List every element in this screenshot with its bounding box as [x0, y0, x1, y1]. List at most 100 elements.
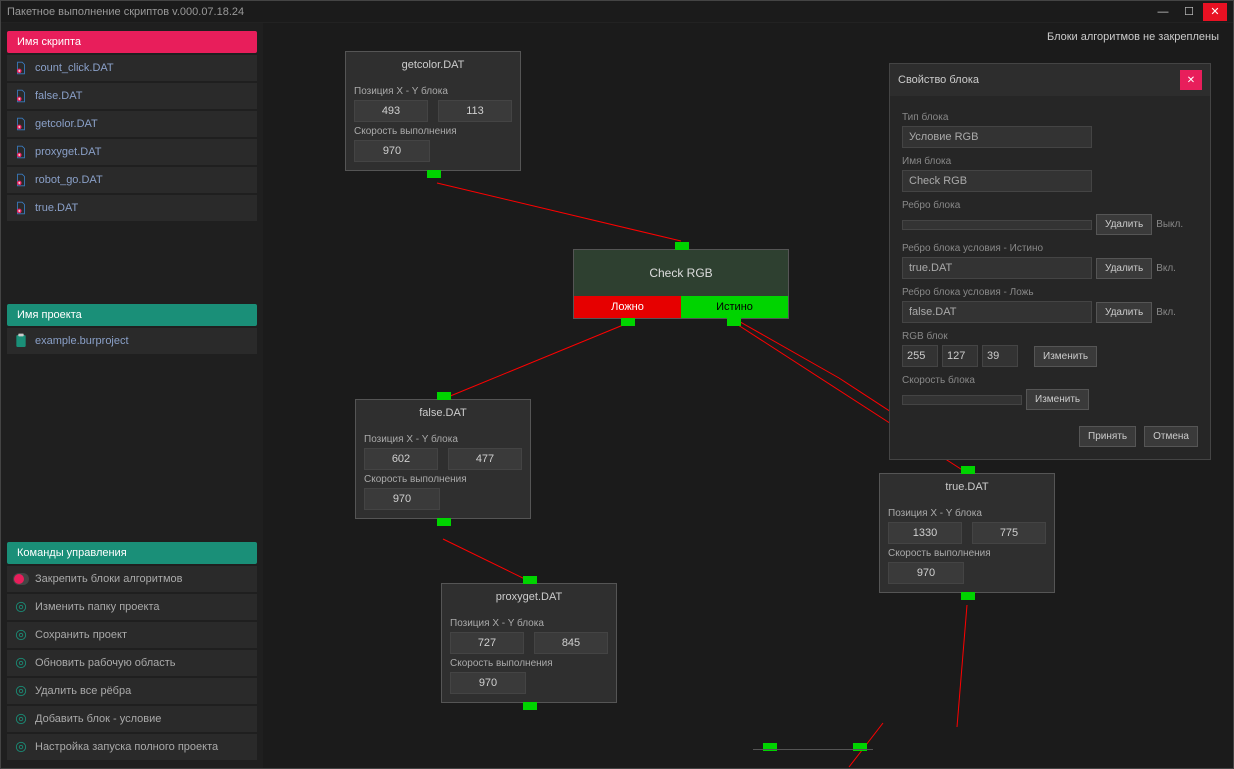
- pos-x[interactable]: 493: [354, 100, 428, 122]
- pos-y[interactable]: 775: [972, 522, 1046, 544]
- command-item[interactable]: Удалить все рёбра: [7, 678, 257, 704]
- check-true-label[interactable]: Истино: [681, 296, 788, 318]
- node-title: false.DAT: [356, 400, 530, 426]
- node-title: getcolor.DAT: [346, 52, 520, 78]
- node-false[interactable]: false.DAT Позиция X - Y блока 602 477 Ск…: [355, 399, 531, 519]
- true-edge-input[interactable]: true.DAT: [902, 257, 1092, 279]
- node-title: true.DAT: [880, 474, 1054, 500]
- port-true-icon[interactable]: [727, 318, 741, 326]
- command-label: Настройка запуска полного проекта: [35, 741, 218, 753]
- maximize-button[interactable]: ☐: [1177, 3, 1201, 21]
- script-name: proxyget.DAT: [35, 146, 101, 158]
- pos-x[interactable]: 1330: [888, 522, 962, 544]
- port-out-icon[interactable]: [961, 592, 975, 600]
- script-item[interactable]: robot_go.DAT: [7, 167, 257, 193]
- pos-y[interactable]: 845: [534, 632, 608, 654]
- command-item[interactable]: Закрепить блоки алгоритмов: [7, 566, 257, 592]
- type-input[interactable]: Условие RGB: [902, 126, 1092, 148]
- delete-false-button[interactable]: Удалить: [1096, 302, 1152, 323]
- speed-label: Скорость выполнения: [364, 474, 522, 485]
- port-false-icon[interactable]: [621, 318, 635, 326]
- command-item[interactable]: Добавить блок - условие: [7, 706, 257, 732]
- rgb-label: RGB блок: [902, 331, 1198, 342]
- false-state: Вкл.: [1156, 307, 1176, 318]
- minimize-button[interactable]: —: [1151, 3, 1175, 21]
- pos-label: Позиция X - Y блока: [450, 618, 608, 629]
- script-item[interactable]: count_click.DAT: [7, 55, 257, 81]
- node-title: proxyget.DAT: [442, 584, 616, 610]
- command-item[interactable]: Обновить рабочую область: [7, 650, 257, 676]
- script-item[interactable]: getcolor.DAT: [7, 111, 257, 137]
- document-plus-icon: [13, 116, 29, 132]
- port-in-icon[interactable]: [523, 576, 537, 584]
- speed-val[interactable]: 970: [888, 562, 964, 584]
- cancel-button[interactable]: Отмена: [1144, 426, 1198, 447]
- pos-x[interactable]: 602: [364, 448, 438, 470]
- gear-icon: [13, 655, 29, 671]
- delete-edge-button[interactable]: Удалить: [1096, 214, 1152, 235]
- port-in-icon[interactable]: [961, 466, 975, 474]
- edge-input[interactable]: [902, 220, 1092, 230]
- command-item[interactable]: Сохранить проект: [7, 622, 257, 648]
- properties-title: Свойство блока: [898, 74, 1180, 86]
- port-in-icon[interactable]: [675, 242, 689, 250]
- command-item[interactable]: Изменить папку проекта: [7, 594, 257, 620]
- change-speed-button[interactable]: Изменить: [1026, 389, 1089, 410]
- name-input[interactable]: Check RGB: [902, 170, 1092, 192]
- project-item[interactable]: example.burproject: [7, 328, 257, 354]
- gear-icon: [13, 627, 29, 643]
- properties-close-button[interactable]: ✕: [1180, 70, 1202, 90]
- script-name: count_click.DAT: [35, 62, 114, 74]
- script-item[interactable]: proxyget.DAT: [7, 139, 257, 165]
- port-out-icon[interactable]: [427, 170, 441, 178]
- node-getcolor[interactable]: getcolor.DAT Позиция X - Y блока 493 113…: [345, 51, 521, 171]
- script-item[interactable]: false.DAT: [7, 83, 257, 109]
- port-out-icon[interactable]: [437, 518, 451, 526]
- commands-header: Команды управления: [7, 542, 257, 564]
- node-proxyget[interactable]: proxyget.DAT Позиция X - Y блока 727 845…: [441, 583, 617, 703]
- script-item[interactable]: true.DAT: [7, 195, 257, 221]
- speed-input[interactable]: [902, 395, 1022, 405]
- sidebar: Имя скрипта count_click.DAT false.DATgetc…: [1, 23, 263, 768]
- rgb-b-input[interactable]: [982, 345, 1018, 367]
- name-label: Имя блока: [902, 156, 1198, 167]
- document-plus-icon: [13, 200, 29, 216]
- command-label: Удалить все рёбра: [35, 685, 131, 697]
- check-false-label[interactable]: Ложно: [574, 296, 681, 318]
- node-true[interactable]: true.DAT Позиция X - Y блока 1330 775 Ск…: [879, 473, 1055, 593]
- change-rgb-button[interactable]: Изменить: [1034, 346, 1097, 367]
- document-plus-icon: [13, 144, 29, 160]
- gear-icon: [13, 683, 29, 699]
- speed-val[interactable]: 970: [450, 672, 526, 694]
- port-in-icon[interactable]: [437, 392, 451, 400]
- speed-val[interactable]: 970: [354, 140, 430, 162]
- false-edge-input[interactable]: false.DAT: [902, 301, 1092, 323]
- window-title: Пакетное выполнение скриптов v.000.07.18…: [7, 6, 1149, 18]
- rgb-g-input[interactable]: [942, 345, 978, 367]
- port-out-icon[interactable]: [523, 702, 537, 710]
- scripts-header: Имя скрипта: [7, 31, 257, 53]
- delete-true-button[interactable]: Удалить: [1096, 258, 1152, 279]
- ok-button[interactable]: Принять: [1079, 426, 1136, 447]
- pos-x[interactable]: 727: [450, 632, 524, 654]
- close-button[interactable]: ✕: [1203, 3, 1227, 21]
- true-edge-label: Ребро блока условия - Истино: [902, 243, 1198, 254]
- pos-label: Позиция X - Y блока: [888, 508, 1046, 519]
- speed-val[interactable]: 970: [364, 488, 440, 510]
- edge-state: Выкл.: [1156, 219, 1183, 230]
- titlebar: Пакетное выполнение скриптов v.000.07.18…: [1, 1, 1233, 23]
- command-item[interactable]: Настройка запуска полного проекта: [7, 734, 257, 760]
- document-plus-icon: [13, 172, 29, 188]
- pos-y[interactable]: 477: [448, 448, 522, 470]
- false-edge-label: Ребро блока условия - Ложь: [902, 287, 1198, 298]
- command-label: Изменить папку проекта: [35, 601, 159, 613]
- edge-label: Ребро блока: [902, 200, 1198, 211]
- pos-y[interactable]: 113: [438, 100, 512, 122]
- clipboard-icon: [13, 333, 29, 349]
- check-rgb-node[interactable]: Check RGB Ложно Истино: [573, 249, 789, 319]
- partial-node: [753, 749, 873, 763]
- speed-label: Скорость выполнения: [450, 658, 608, 669]
- command-label: Обновить рабочую область: [35, 657, 176, 669]
- canvas[interactable]: Блоки алгоритмов не закреплены Check RGB…: [263, 23, 1233, 768]
- rgb-r-input[interactable]: [902, 345, 938, 367]
